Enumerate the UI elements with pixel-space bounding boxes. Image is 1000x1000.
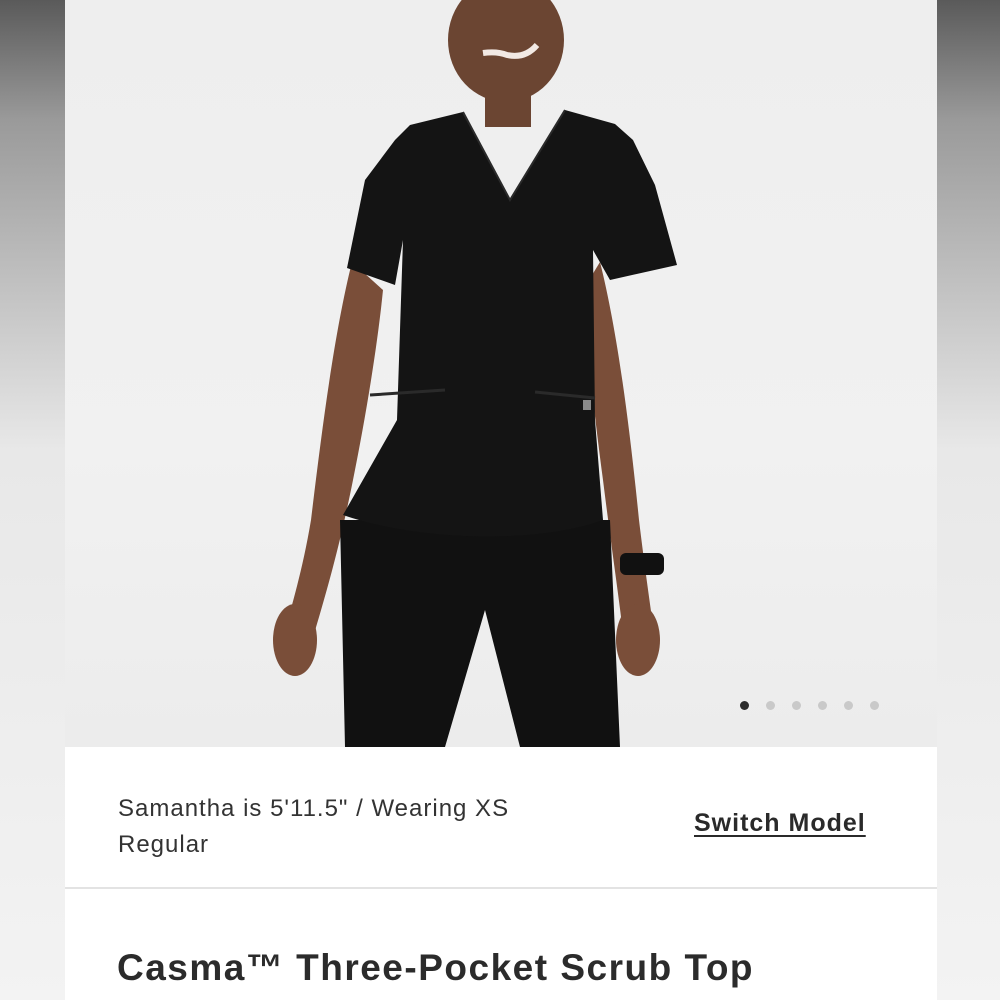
product-photo [273,0,677,747]
carousel-dot-3[interactable] [792,700,801,710]
carousel-dot-2[interactable] [766,700,775,710]
carousel-dot-1[interactable] [740,700,749,710]
switch-model-link[interactable]: Switch Model [694,809,866,838]
model-info-bar: Samantha is 5'11.5" / Wearing XS Regular… [65,747,937,889]
right-backdrop [937,0,1000,1000]
carousel-dot-5[interactable] [844,700,853,710]
product-title: Casma™ Three-Pocket Scrub Top [117,947,755,988]
product-page: Samantha is 5'11.5" / Wearing XS Regular… [65,0,937,1000]
product-image-gallery[interactable] [65,0,937,747]
product-header: Casma™ Three-Pocket Scrub Top [65,889,937,1000]
carousel-pagination [740,699,879,711]
carousel-dot-6[interactable] [870,700,879,710]
model-size-info: Samantha is 5'11.5" / Wearing XS Regular [118,795,510,858]
carousel-dot-4[interactable] [818,700,827,710]
left-backdrop [0,0,65,1000]
